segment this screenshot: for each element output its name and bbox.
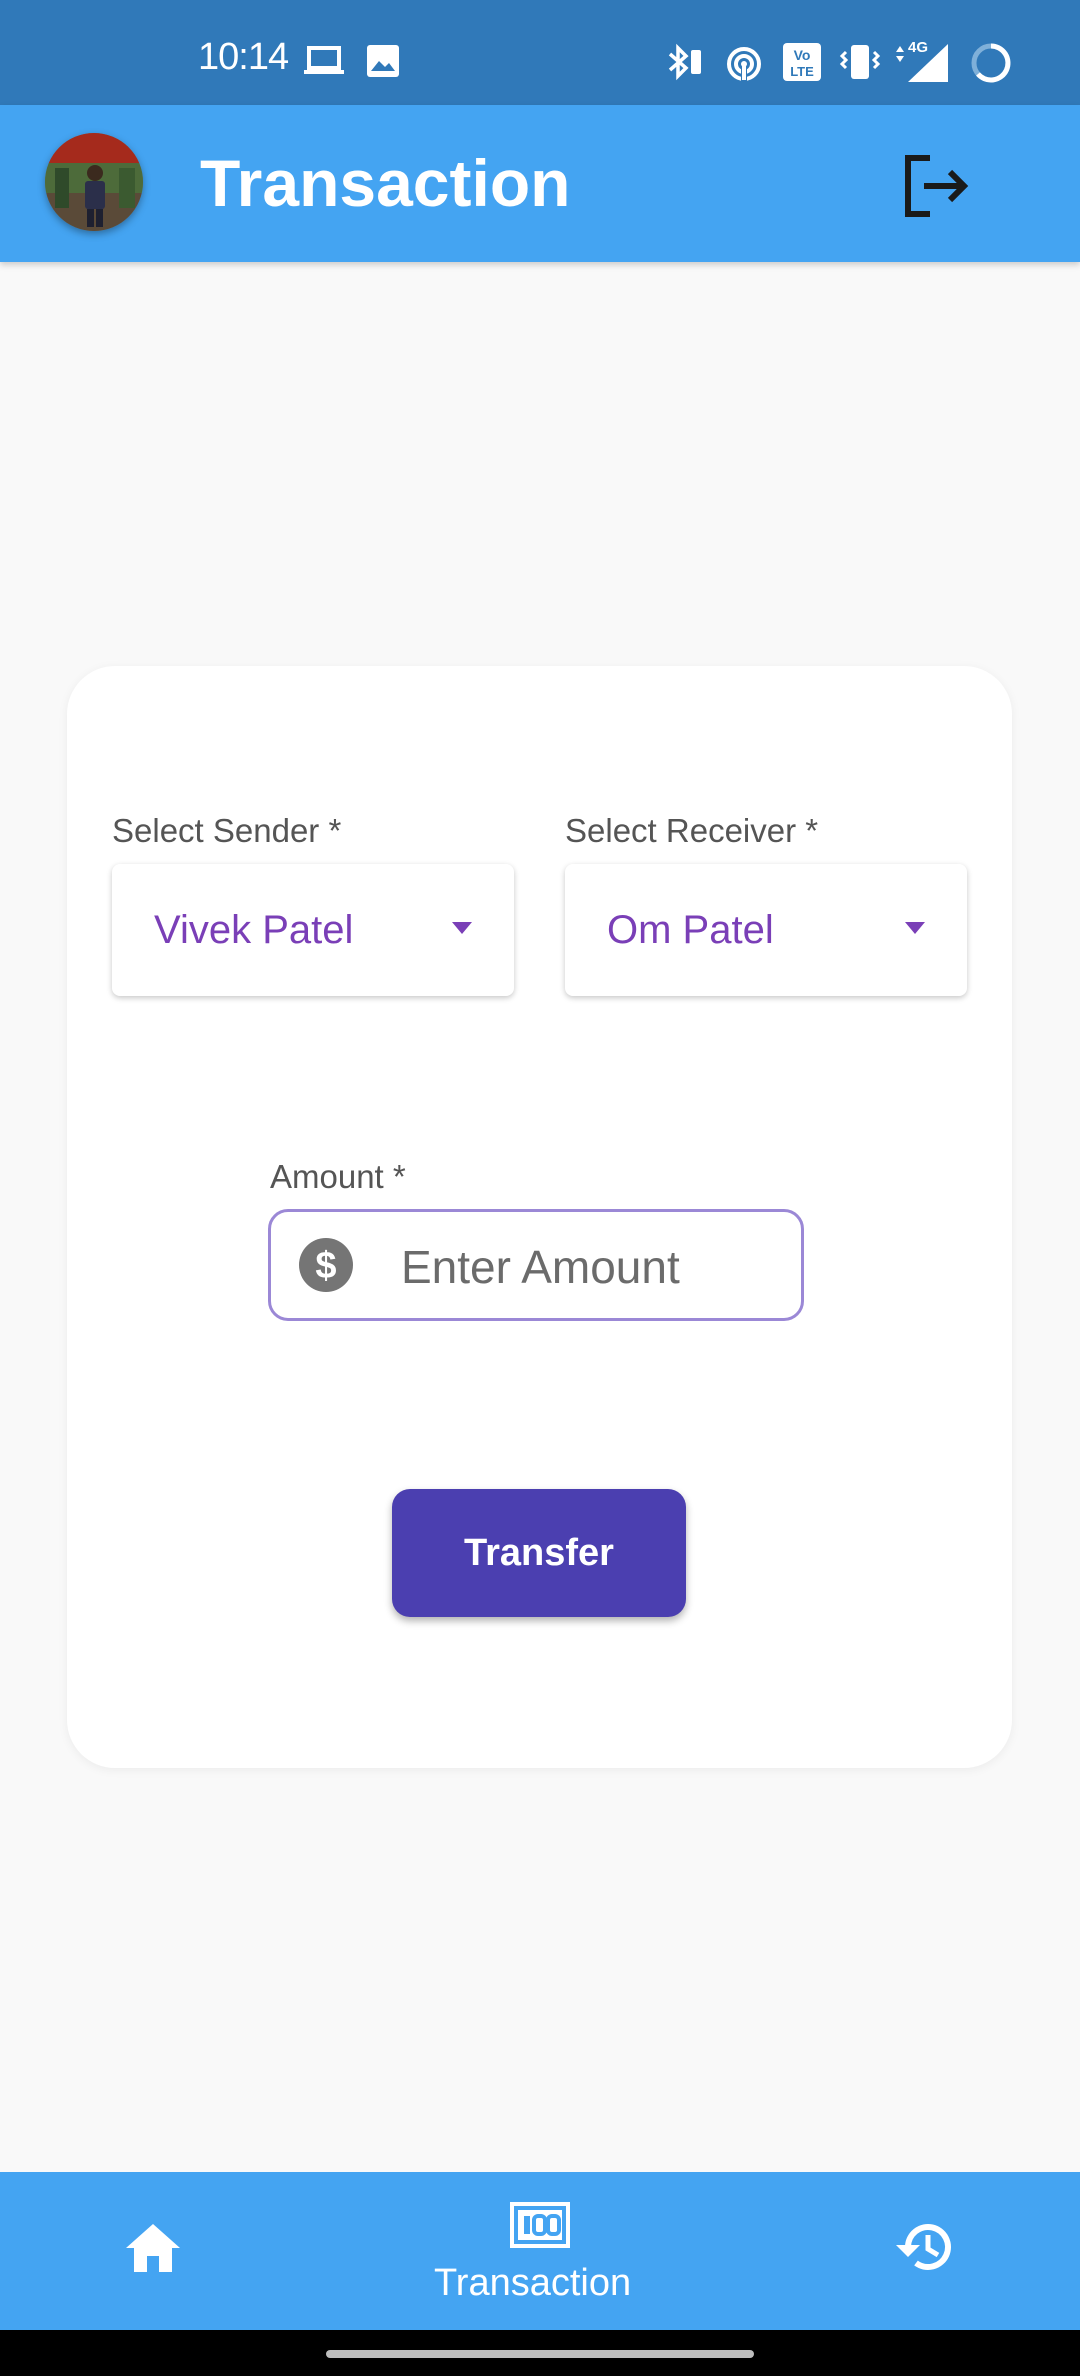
app-bar: Transaction xyxy=(0,105,1080,262)
volte-icon: Vo LTE xyxy=(783,43,821,81)
receiver-value: Om Patel xyxy=(607,908,774,952)
history-icon[interactable] xyxy=(894,2218,956,2276)
svg-text:Vo: Vo xyxy=(794,47,811,63)
bottom-nav: Transaction xyxy=(0,2172,1080,2330)
amount-label: Amount * xyxy=(270,1158,406,1195)
home-gesture-handle[interactable] xyxy=(326,2350,754,2358)
logout-icon[interactable] xyxy=(900,153,974,219)
receiver-label: Select Receiver * xyxy=(565,812,819,849)
laptop-icon xyxy=(304,46,344,74)
sender-dropdown[interactable]: Vivek Patel xyxy=(112,864,514,996)
status-time: 10:14 xyxy=(198,36,289,78)
receiver-dropdown[interactable]: Om Patel xyxy=(565,864,967,996)
svg-text:$: $ xyxy=(315,1245,336,1287)
signal-4g-icon: 4G xyxy=(896,39,948,82)
gesture-bar xyxy=(0,2330,1080,2376)
page-title: Transaction xyxy=(200,146,571,220)
profile-avatar[interactable] xyxy=(45,133,143,231)
bluetooth-icon xyxy=(668,43,701,81)
image-icon xyxy=(367,45,399,77)
transaction-card: Select Sender * Vivek Patel Select Recei… xyxy=(67,666,1012,1768)
sender-label: Select Sender * xyxy=(112,812,342,849)
amount-input[interactable] xyxy=(399,1230,783,1304)
home-icon[interactable] xyxy=(124,2222,182,2274)
amount-field[interactable]: $ xyxy=(268,1209,804,1321)
network-type-label: 4G xyxy=(908,39,928,56)
money-icon[interactable] xyxy=(510,2202,570,2248)
sender-value: Vivek Patel xyxy=(154,908,354,952)
hotspot-icon xyxy=(727,47,761,82)
nav-label-transaction: Transaction xyxy=(434,2262,632,2304)
svg-text:LTE: LTE xyxy=(790,64,814,79)
battery-ring-icon xyxy=(971,43,1011,83)
status-bar: 10:14 Vo LTE 4G xyxy=(0,0,1080,105)
dollar-icon: $ xyxy=(299,1238,353,1292)
transfer-button[interactable]: Transfer xyxy=(392,1489,686,1617)
vibrate-icon xyxy=(839,45,881,79)
chevron-down-icon xyxy=(905,922,925,934)
chevron-down-icon xyxy=(452,922,472,934)
